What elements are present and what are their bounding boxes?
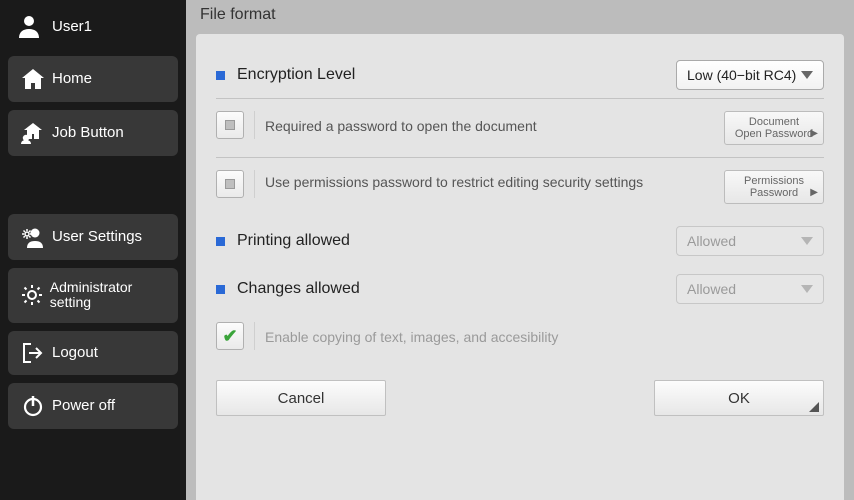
sidebar-item-job-button[interactable]: Job Button xyxy=(8,110,178,156)
content-area: Encryption Level Low (40−bit RC4) Requir… xyxy=(196,34,844,500)
option-row-enable-copying: ✔ Enable copying of text, images, and ac… xyxy=(216,318,824,354)
section-printing: Printing allowed Allowed xyxy=(216,218,824,266)
sidebar-user: User1 xyxy=(8,0,178,52)
open-password-checkbox[interactable] xyxy=(216,111,244,139)
section-title-label: Printing allowed xyxy=(237,232,350,250)
chevron-right-icon: ▶ xyxy=(810,187,818,198)
changes-allowed-dropdown[interactable]: Allowed xyxy=(676,274,824,304)
option-label: Enable copying of text, images, and acce… xyxy=(254,322,824,350)
encryption-level-dropdown[interactable]: Low (40−bit RC4) xyxy=(676,60,824,90)
user-icon xyxy=(16,14,42,38)
section-title-encryption: Encryption Level xyxy=(216,66,355,84)
chevron-down-icon xyxy=(801,285,813,293)
sidebar-item-label: Administrator setting xyxy=(50,280,168,311)
dropdown-value: Allowed xyxy=(687,233,736,249)
logout-icon xyxy=(18,343,48,363)
page-title: File format xyxy=(186,0,854,28)
permissions-password-checkbox[interactable] xyxy=(216,170,244,198)
job-button-icon xyxy=(18,122,48,144)
document-open-password-button[interactable]: Document Open Password ▶ xyxy=(724,111,824,145)
power-icon xyxy=(18,395,48,417)
sidebar-item-logout[interactable]: Logout xyxy=(8,331,178,375)
sidebar-item-label: Job Button xyxy=(52,125,124,142)
section-changes: Changes allowed Allowed ✔ Enable copying… xyxy=(216,266,824,364)
sidebar-item-home[interactable]: Home xyxy=(8,56,178,102)
chevron-down-icon xyxy=(801,71,813,79)
dropdown-value: Allowed xyxy=(687,281,736,297)
section-title-printing: Printing allowed xyxy=(216,232,350,250)
section-title-label: Encryption Level xyxy=(237,66,355,84)
section-encryption: Encryption Level Low (40−bit RC4) Requir… xyxy=(216,52,824,218)
resize-corner-icon xyxy=(809,402,819,412)
dropdown-value: Low (40−bit RC4) xyxy=(687,67,796,83)
option-row-permissions-password: Use permissions password to restrict edi… xyxy=(216,166,824,208)
bullet-icon xyxy=(216,237,225,246)
option-label: Required a password to open the document xyxy=(254,111,714,139)
sidebar-item-user-settings[interactable]: User Settings xyxy=(8,214,178,260)
home-icon xyxy=(18,68,48,90)
permissions-password-button[interactable]: Permissions Password ▶ xyxy=(724,170,824,204)
sidebar-item-label: Home xyxy=(52,71,92,88)
gear-icon xyxy=(18,284,46,306)
option-label: Use permissions password to restrict edi… xyxy=(254,170,714,198)
section-title-label: Changes allowed xyxy=(237,280,360,298)
sidebar-item-label: Logout xyxy=(52,345,98,362)
sidebar-item-power-off[interactable]: Power off xyxy=(8,383,178,429)
user-settings-icon xyxy=(18,226,48,248)
footer: Cancel OK xyxy=(216,364,824,426)
sidebar-item-label: Power off xyxy=(52,398,115,415)
bullet-icon xyxy=(216,71,225,80)
sidebar-item-admin-setting[interactable]: Administrator setting xyxy=(8,268,178,323)
chevron-down-icon xyxy=(801,237,813,245)
ok-button[interactable]: OK xyxy=(654,380,824,416)
section-title-changes: Changes allowed xyxy=(216,280,360,298)
sidebar-user-label: User1 xyxy=(52,18,92,35)
printing-allowed-dropdown[interactable]: Allowed xyxy=(676,226,824,256)
sidebar-item-label: User Settings xyxy=(52,229,142,246)
option-row-open-password: Required a password to open the document… xyxy=(216,107,824,149)
chevron-right-icon: ▶ xyxy=(810,128,818,139)
bullet-icon xyxy=(216,285,225,294)
main-panel: File format Encryption Level Low (40−bit… xyxy=(186,0,854,500)
cancel-button[interactable]: Cancel xyxy=(216,380,386,416)
enable-copying-checkbox[interactable]: ✔ xyxy=(216,322,244,350)
sidebar: User1 Home Job Button User Settings Admi… xyxy=(0,0,186,500)
